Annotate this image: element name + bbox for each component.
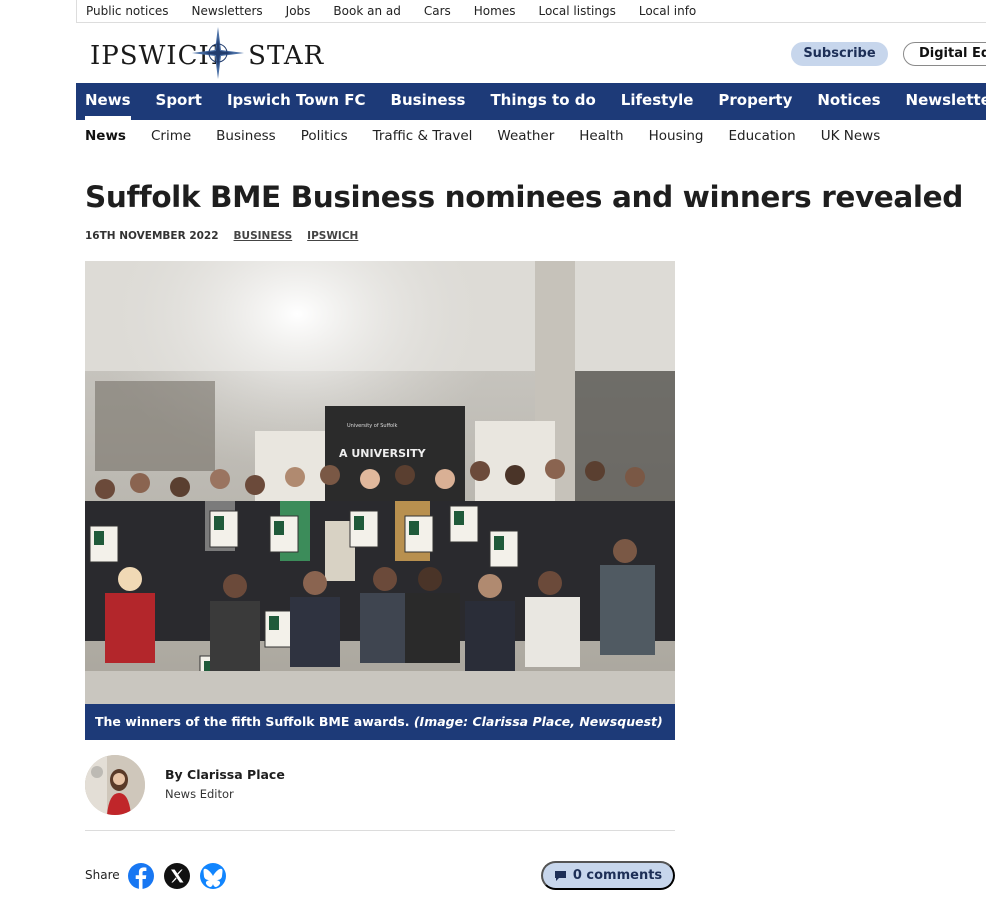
author-photo: [85, 755, 145, 815]
share-label: Share: [85, 868, 120, 882]
sub-nav-health[interactable]: Health: [579, 128, 623, 144]
x-icon: [164, 863, 190, 889]
comments-button[interactable]: 0 comments: [541, 861, 675, 890]
main-nav-things-to-do[interactable]: Things to do: [490, 83, 595, 120]
divider: [85, 830, 675, 831]
bluesky-icon: [200, 863, 226, 889]
main-nav-property[interactable]: Property: [718, 83, 792, 120]
utility-link-cars[interactable]: Cars: [424, 4, 451, 18]
main-nav-sport[interactable]: Sport: [156, 83, 202, 120]
utility-link-public-notices[interactable]: Public notices: [86, 4, 169, 18]
caption-text: The winners of the fifth Suffolk BME awa…: [95, 714, 410, 729]
article-headline: Suffolk BME Business nominees and winner…: [85, 180, 963, 214]
main-nav-lifestyle[interactable]: Lifestyle: [621, 83, 694, 120]
article-meta: 16TH NOVEMBER 2022 BUSINESS IPSWICH: [85, 230, 373, 242]
sub-nav-business[interactable]: Business: [216, 128, 276, 144]
utility-link-homes[interactable]: Homes: [474, 4, 516, 18]
compass-star-icon: [192, 27, 244, 79]
digital-edition-button[interactable]: Digital Ed: [903, 42, 986, 66]
main-nav-ipswich-town-fc[interactable]: Ipswich Town FC: [227, 83, 366, 120]
article-hero-image: A UNIVERSITY University of Suffolk: [85, 261, 675, 704]
utility-bar: Public notices Newsletters Jobs Book an …: [76, 0, 986, 23]
author-avatar[interactable]: [85, 755, 145, 815]
main-nav-news[interactable]: News: [85, 83, 131, 120]
utility-link-newsletters[interactable]: Newsletters: [192, 4, 263, 18]
facebook-icon: [128, 863, 154, 889]
sub-nav-education[interactable]: Education: [729, 128, 796, 144]
main-nav-notices[interactable]: Notices: [817, 83, 880, 120]
main-nav-business[interactable]: Business: [391, 83, 466, 120]
tag-ipswich[interactable]: IPSWICH: [307, 230, 358, 242]
sub-nav: News Crime Business Politics Traffic & T…: [85, 128, 905, 144]
utility-link-local-listings[interactable]: Local listings: [538, 4, 615, 18]
main-nav-newsletters[interactable]: Newsletters: [906, 83, 986, 120]
tag-business[interactable]: BUSINESS: [234, 230, 293, 242]
sub-nav-politics[interactable]: Politics: [301, 128, 348, 144]
x-share-button[interactable]: [163, 862, 191, 890]
banner-logo: University of Suffolk: [347, 423, 397, 429]
site-header: IPSWICH STAR Subscribe Digital Ed: [76, 23, 986, 83]
bluesky-share-button[interactable]: [199, 862, 227, 890]
sub-nav-housing[interactable]: Housing: [649, 128, 704, 144]
group-photo: A UNIVERSITY University of Suffolk: [85, 261, 675, 704]
site-logo[interactable]: IPSWICH STAR: [90, 27, 323, 79]
author-name[interactable]: By Clarissa Place: [165, 767, 285, 782]
main-nav: News Sport Ipswich Town FC Business Thin…: [76, 83, 986, 120]
sub-nav-traffic-travel[interactable]: Traffic & Travel: [373, 128, 473, 144]
author-role: News Editor: [165, 787, 234, 801]
sub-nav-uk-news[interactable]: UK News: [821, 128, 881, 144]
sub-nav-weather[interactable]: Weather: [497, 128, 554, 144]
subscribe-button[interactable]: Subscribe: [791, 42, 888, 66]
image-caption: The winners of the fifth Suffolk BME awa…: [85, 704, 675, 740]
comments-count: 0 comments: [572, 868, 663, 883]
sub-nav-crime[interactable]: Crime: [151, 128, 191, 144]
article-date: 16TH NOVEMBER 2022: [85, 230, 219, 242]
sub-nav-news[interactable]: News: [85, 128, 126, 144]
caption-credit: (Image: Clarissa Place, Newsquest): [413, 714, 663, 729]
banner-text: A UNIVERSITY: [339, 447, 427, 460]
utility-link-local-info[interactable]: Local info: [639, 4, 696, 18]
comment-icon: [554, 870, 566, 881]
utility-link-book-an-ad[interactable]: Book an ad: [333, 4, 400, 18]
facebook-share-button[interactable]: [127, 862, 155, 890]
utility-link-jobs[interactable]: Jobs: [286, 4, 311, 18]
